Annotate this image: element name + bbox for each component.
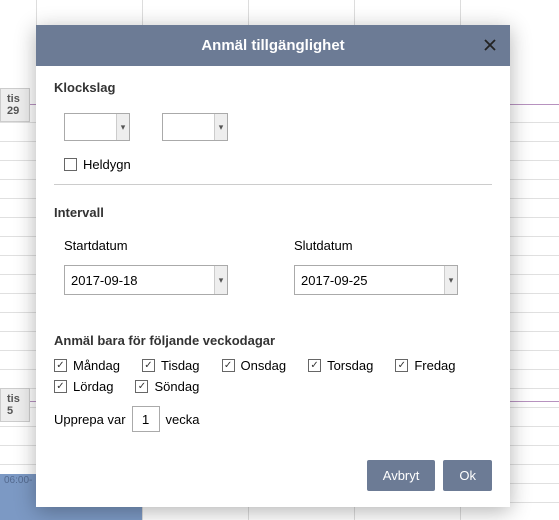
dialog-header: Anmäl tillgänglighet xyxy=(36,25,510,66)
weekday-label: Torsdag xyxy=(327,358,373,373)
time-from-select[interactable]: ▾ xyxy=(64,113,130,141)
weekday-checkbox-monday[interactable] xyxy=(54,359,67,372)
startdatum-select[interactable]: 2017-09-18 ▾ xyxy=(64,265,228,295)
weekday-checkbox-sunday[interactable] xyxy=(135,380,148,393)
weekday-label: Söndag xyxy=(154,379,199,394)
weekday-checkbox-thursday[interactable] xyxy=(308,359,321,372)
heldygn-label: Heldygn xyxy=(83,157,131,172)
repeat-suffix: vecka xyxy=(166,412,200,427)
time-to-select[interactable]: ▾ xyxy=(162,113,228,141)
weekday-label: Tisdag xyxy=(161,358,200,373)
weekday-checkbox-wednesday[interactable] xyxy=(222,359,235,372)
chevron-down-icon: ▾ xyxy=(444,266,457,294)
time-label: 06:00- xyxy=(4,475,32,486)
repeat-prefix: Upprepa var xyxy=(54,412,126,427)
weekdays-header: Anmäl bara för följande veckodagar xyxy=(54,333,492,348)
startdatum-label: Startdatum xyxy=(64,238,228,253)
weekday-label: Onsdag xyxy=(241,358,287,373)
availability-dialog: Anmäl tillgänglighet Klockslag ▾ ▾ Heldy… xyxy=(36,25,510,507)
close-icon[interactable] xyxy=(480,35,500,55)
weekday-label: Lördag xyxy=(73,379,113,394)
weekday-checkbox-saturday[interactable] xyxy=(54,380,67,393)
slutdatum-select[interactable]: 2017-09-25 ▾ xyxy=(294,265,458,295)
weekday-checkbox-friday[interactable] xyxy=(395,359,408,372)
weekday-label: Fredag xyxy=(414,358,455,373)
cancel-button[interactable]: Avbryt xyxy=(367,460,436,491)
klockslag-label: Klockslag xyxy=(54,80,492,95)
weekday-checkbox-tuesday[interactable] xyxy=(142,359,155,372)
dialog-title: Anmäl tillgänglighet xyxy=(50,37,496,54)
intervall-label: Intervall xyxy=(54,205,492,220)
chevron-down-icon: ▾ xyxy=(214,266,227,294)
chevron-down-icon: ▾ xyxy=(214,114,227,140)
day-header-top: tis 29 xyxy=(0,88,30,122)
weekday-label: Måndag xyxy=(73,358,120,373)
chevron-down-icon: ▾ xyxy=(116,114,129,140)
ok-button[interactable]: Ok xyxy=(443,460,492,491)
heldygn-checkbox[interactable] xyxy=(64,158,77,171)
slutdatum-label: Slutdatum xyxy=(294,238,458,253)
divider xyxy=(54,184,492,185)
repeat-input[interactable] xyxy=(132,406,160,432)
day-header-mid: tis 5 xyxy=(0,388,30,422)
